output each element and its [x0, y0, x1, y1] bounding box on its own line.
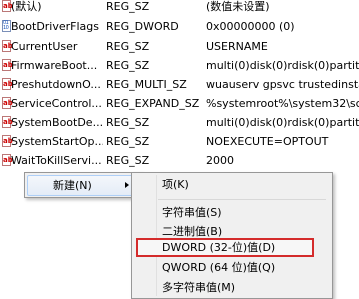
value-type: REG_SZ	[106, 59, 150, 72]
value-type: REG_SZ	[106, 40, 150, 53]
value-type: REG_SZ	[106, 0, 150, 13]
value-data: multi(0)disk(0)rdisk(0)partition	[206, 59, 359, 72]
value-type: REG_SZ	[106, 154, 150, 167]
string-value-icon: ab	[2, 40, 13, 52]
menu-item-new-label: 新建(N)	[53, 179, 92, 192]
string-value-icon: ab	[2, 97, 13, 109]
registry-value-row[interactable]: 01 10 BootDriverFlags REG_DWORD 0x0000000…	[0, 17, 359, 36]
submenu-item-key[interactable]: 项(K)	[162, 175, 322, 194]
registry-value-row[interactable]: ab FirmwareBoot... REG_SZ multi(0)disk(0…	[0, 56, 359, 75]
value-name: BootDriverFlags	[11, 20, 100, 33]
value-name: WaitToKillServi...	[11, 154, 102, 167]
value-data: (数值未设置)	[206, 0, 270, 13]
value-type: REG_SZ	[106, 135, 150, 148]
submenu-item-qword-value[interactable]: QWORD (64 位)值(Q)	[162, 258, 322, 277]
value-name: FirmwareBoot...	[11, 59, 98, 72]
registry-value-row[interactable]: ab WaitToKillServi... REG_SZ 2000	[0, 151, 359, 170]
submenu-arrow-icon	[125, 182, 129, 188]
value-type: REG_DWORD	[106, 20, 179, 33]
registry-value-row[interactable]: ab CurrentUser REG_SZ USERNAME	[0, 37, 359, 56]
value-type: REG_EXPAND_SZ	[106, 97, 200, 110]
string-value-icon: ab	[2, 78, 13, 90]
registry-value-row[interactable]: ab SystemStartOp... REG_SZ NOEXECUTE=OPT…	[0, 132, 359, 151]
value-name: SystemBootDe...	[11, 116, 103, 129]
string-value-icon: ab	[2, 154, 13, 166]
value-name: CurrentUser	[11, 40, 78, 53]
menu-item-new[interactable]: 新建(N)	[27, 175, 139, 196]
value-data: 0x00000000 (0)	[206, 20, 295, 33]
menu-gutter	[156, 175, 157, 296]
value-data: NOEXECUTE=OPTOUT	[206, 135, 329, 148]
registry-value-row[interactable]: ab ServiceControl... REG_EXPAND_SZ %syst…	[0, 94, 359, 113]
new-submenu: 项(K) 字符串值(S) 二进制值(B) DWORD (32-位)值(D) QW…	[131, 172, 333, 299]
registry-value-row[interactable]: ab (默认) REG_SZ (数值未设置)	[0, 0, 359, 16]
string-value-icon: ab	[2, 0, 13, 12]
value-name: PreshutdownO...	[11, 78, 101, 91]
value-name: SystemStartOp...	[11, 135, 103, 148]
string-value-icon: ab	[2, 135, 13, 147]
value-name: ServiceControl...	[11, 97, 102, 110]
menu-separator	[158, 199, 326, 200]
context-menu: 新建(N)	[24, 172, 142, 198]
value-data: %systemroot%\system32\scex	[206, 97, 359, 110]
binary-value-icon: 01 10	[2, 20, 11, 32]
string-value-icon: ab	[2, 116, 13, 128]
registry-value-row[interactable]: ab SystemBootDe... REG_SZ multi(0)disk(0…	[0, 113, 359, 132]
value-data: multi(0)disk(0)rdisk(0)partition	[206, 116, 359, 129]
submenu-item-multi-string-value[interactable]: 多字符串值(M)	[162, 278, 322, 297]
value-data: wuauserv gpsvc trustedinstalle	[206, 78, 359, 91]
value-data: 2000	[206, 154, 234, 167]
string-value-icon: ab	[2, 59, 13, 71]
value-data: USERNAME	[206, 40, 268, 53]
value-type: REG_SZ	[106, 116, 150, 129]
value-type: REG_MULTI_SZ	[106, 78, 187, 91]
value-name: (默认)	[11, 0, 42, 13]
registry-value-row[interactable]: ab PreshutdownO... REG_MULTI_SZ wuauserv…	[0, 75, 359, 94]
submenu-item-string-value[interactable]: 字符串值(S)	[162, 203, 322, 222]
submenu-item-dword-value[interactable]: DWORD (32-位)值(D)	[162, 238, 322, 257]
